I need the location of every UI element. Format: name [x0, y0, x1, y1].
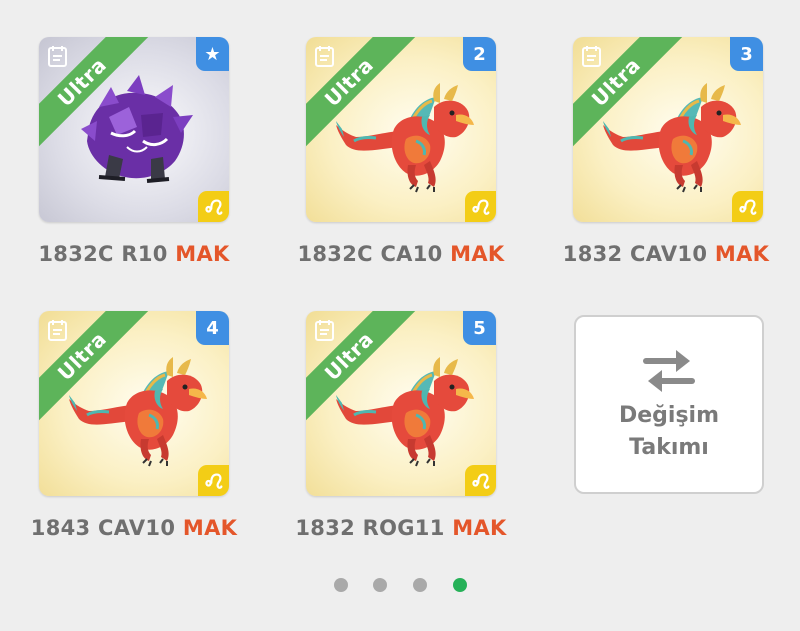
monster-card-4[interactable]: Ultra 4: [39, 311, 229, 496]
monster-card-5[interactable]: Ultra 5: [306, 311, 496, 496]
notes-icon[interactable]: [47, 44, 69, 68]
card-name: 1843 CAV10: [30, 516, 176, 540]
team-number-badge: 3: [730, 37, 763, 71]
leo-element-icon: [732, 191, 763, 222]
card-label-1: 1832C R10 MAK: [4, 242, 264, 266]
monster-card-2[interactable]: Ultra 2: [306, 37, 496, 222]
card-label-5: 1832 ROG11 MAK: [271, 516, 531, 540]
card-name: 1832C CA10: [297, 242, 443, 266]
card-status: MAK: [452, 516, 507, 540]
leo-element-icon: [465, 465, 496, 496]
page-dot-3[interactable]: [413, 578, 427, 592]
swap-arrows-icon: [643, 350, 695, 392]
card-status: MAK: [714, 242, 770, 266]
leo-element-icon: [465, 191, 496, 222]
notes-icon[interactable]: [314, 318, 336, 342]
notes-icon[interactable]: [47, 318, 69, 342]
page-dot-2[interactable]: [373, 578, 387, 592]
card-status: MAK: [450, 242, 505, 266]
leo-element-icon: [198, 465, 229, 496]
page-dot-1[interactable]: [334, 578, 348, 592]
swap-team-label-line2: Takımı: [629, 435, 709, 460]
team-number-badge: 4: [196, 311, 229, 345]
card-name: 1832 CAV10: [562, 242, 708, 266]
star-badge-icon: ★: [196, 37, 229, 71]
notes-icon[interactable]: [314, 44, 336, 68]
card-label-2: 1832C CA10 MAK: [271, 242, 531, 266]
leo-element-icon: [198, 191, 229, 222]
card-name: 1832 ROG11: [295, 516, 445, 540]
card-name: 1832C R10: [38, 242, 168, 266]
monster-card-3[interactable]: Ultra 3: [573, 37, 763, 222]
team-number-badge: 2: [463, 37, 496, 71]
monster-card-1[interactable]: Ultra ★: [39, 37, 229, 222]
card-label-4: 1843 CAV10 MAK: [4, 516, 264, 540]
page-dot-4-active[interactable]: [453, 578, 467, 592]
card-label-3: 1832 CAV10 MAK: [536, 242, 796, 266]
card-status: MAK: [175, 242, 230, 266]
team-number-badge: 5: [463, 311, 496, 345]
notes-icon[interactable]: [581, 44, 603, 68]
card-status: MAK: [182, 516, 238, 540]
swap-team-button[interactable]: Değişim Takımı: [574, 315, 764, 494]
swap-team-label-line1: Değişim: [618, 403, 720, 428]
